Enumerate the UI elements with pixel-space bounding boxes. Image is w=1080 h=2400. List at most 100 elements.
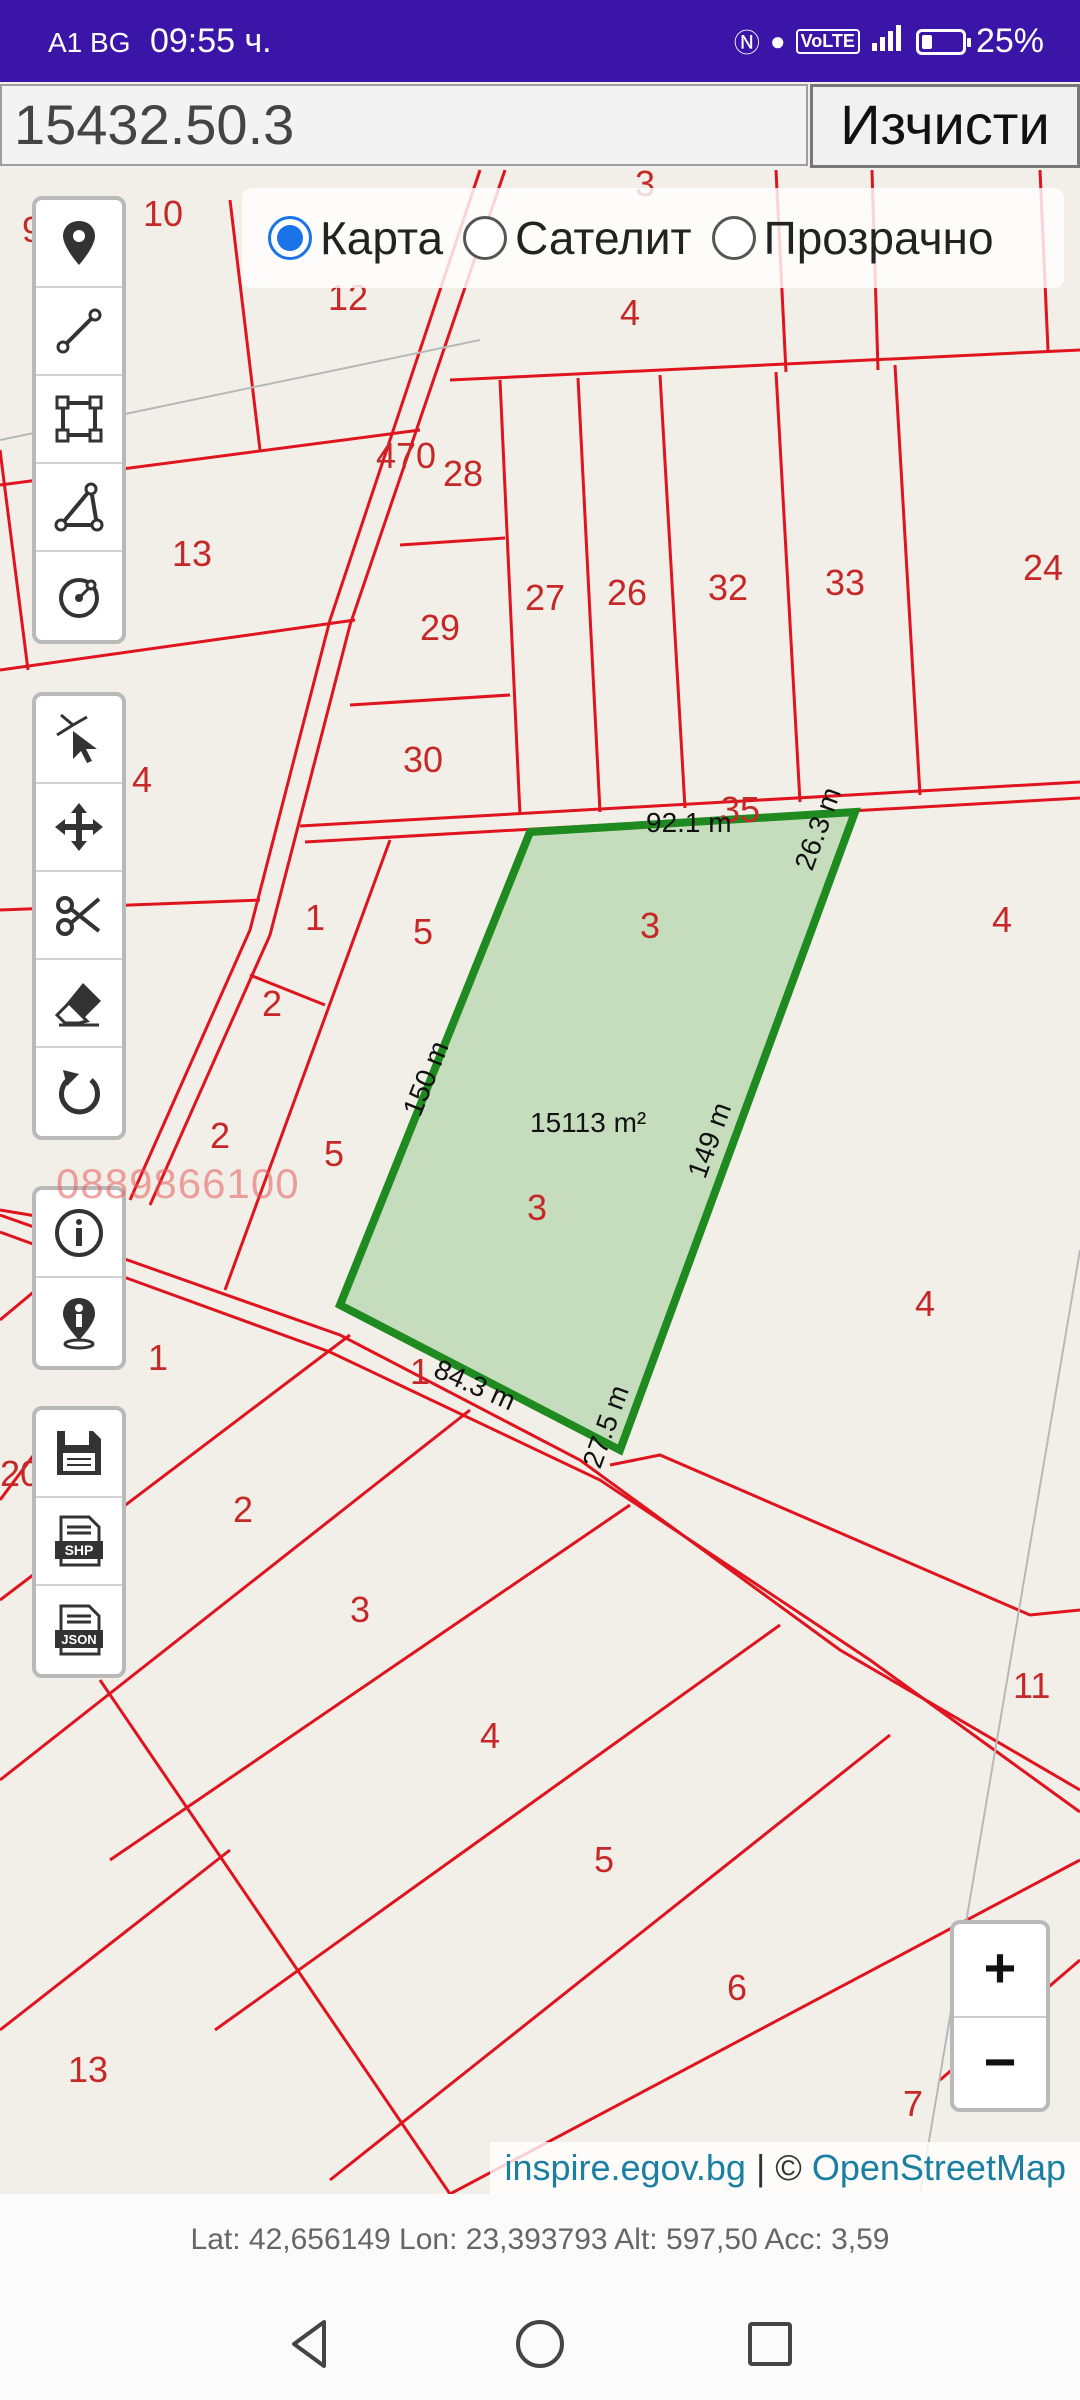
undo-icon xyxy=(59,1070,100,1115)
json-label: JSON xyxy=(61,1632,96,1647)
svg-text:26: 26 xyxy=(607,572,647,613)
attribution-separator: | © xyxy=(745,2147,812,2188)
volte-badge: VoLTE xyxy=(795,29,860,54)
system-nav-bar xyxy=(0,2286,1080,2400)
map-view[interactable]: 9 10 3 12 4 470 28 13 27 26 32 33 24 29 … xyxy=(0,82,1080,2194)
edit-toolbar xyxy=(32,692,126,1140)
svg-text:32: 32 xyxy=(708,567,748,608)
person-location-button[interactable] xyxy=(36,1278,122,1366)
battery-icon xyxy=(915,28,971,55)
svg-text:3: 3 xyxy=(350,1589,370,1630)
layer-option-label: Прозрачно xyxy=(763,212,994,264)
select-pointer-icon xyxy=(56,713,97,763)
svg-text:1: 1 xyxy=(305,897,325,938)
home-icon[interactable] xyxy=(510,2314,570,2374)
person-location-icon xyxy=(63,1298,95,1350)
json-export-icon: JSON xyxy=(55,1604,103,1656)
radio-icon[interactable] xyxy=(711,216,756,260)
layer-option-label: Сателит xyxy=(515,212,692,264)
export-toolbar: SHP JSON xyxy=(32,1406,126,1678)
attribution-link-osm[interactable]: OpenStreetMap xyxy=(812,2147,1066,2188)
svg-text:7: 7 xyxy=(903,2083,923,2124)
layer-option-label: Карта xyxy=(320,212,444,264)
parcel-area-label: 15113 m² xyxy=(530,1107,646,1138)
location-icon: ● xyxy=(769,26,786,56)
back-icon[interactable] xyxy=(280,2314,340,2374)
radio-icon[interactable] xyxy=(463,216,508,260)
carrier-name: A1 BG xyxy=(48,27,131,58)
polygon-icon xyxy=(54,482,104,532)
gps-readout: Lat: 42,656149 Lon: 23,393793 Alt: 597,5… xyxy=(0,2194,1080,2286)
svg-text:4: 4 xyxy=(915,1283,935,1324)
svg-text:6: 6 xyxy=(727,1967,747,2008)
svg-text:3: 3 xyxy=(640,905,660,946)
svg-text:2: 2 xyxy=(262,983,282,1024)
svg-text:10: 10 xyxy=(143,193,183,234)
svg-text:5: 5 xyxy=(324,1133,344,1174)
json-export-button[interactable]: JSON xyxy=(36,1586,122,1674)
rectangle-icon xyxy=(55,395,103,443)
eraser-icon xyxy=(54,983,101,1027)
layer-option-transparent[interactable]: Прозрачно xyxy=(711,211,994,265)
eraser-tool-button[interactable] xyxy=(36,960,122,1048)
circle-icon xyxy=(59,578,99,618)
svg-text:4: 4 xyxy=(620,292,640,333)
undo-tool-button[interactable] xyxy=(36,1048,122,1136)
svg-text:470: 470 xyxy=(376,435,436,476)
svg-text:27: 27 xyxy=(525,577,565,618)
point-marker-icon xyxy=(63,221,95,265)
move-icon xyxy=(55,803,103,851)
shp-label: SHP xyxy=(65,1542,94,1558)
zoom-out-button[interactable]: − xyxy=(954,2018,1046,2110)
svg-text:2: 2 xyxy=(210,1115,230,1156)
svg-text:4: 4 xyxy=(480,1715,500,1756)
select-tool-button[interactable] xyxy=(36,696,122,784)
search-input[interactable]: 15432.50.3 xyxy=(0,84,808,166)
svg-text:29: 29 xyxy=(420,607,460,648)
cadastral-map[interactable]: 9 10 3 12 4 470 28 13 27 26 32 33 24 29 … xyxy=(0,82,1080,2194)
zoom-control: + − xyxy=(950,1920,1050,2112)
svg-text:28: 28 xyxy=(443,453,483,494)
battery-percent: 25% xyxy=(975,22,1044,60)
svg-text:2: 2 xyxy=(233,1489,253,1530)
layer-option-satellite[interactable]: Сателит xyxy=(463,211,692,265)
clear-button[interactable]: Изчисти xyxy=(810,84,1080,168)
attribution-link-inspire[interactable]: inspire.egov.bg xyxy=(504,2147,746,2188)
info-icon xyxy=(55,1209,103,1257)
svg-text:13: 13 xyxy=(172,533,212,574)
recents-icon[interactable] xyxy=(740,2314,800,2374)
save-icon xyxy=(57,1431,101,1475)
edge-length: 92.1 m xyxy=(646,807,732,838)
cut-tool-button[interactable] xyxy=(36,872,122,960)
layer-switch: Карта Сателит Прозрачно xyxy=(242,188,1064,288)
circle-tool-button[interactable] xyxy=(36,552,122,640)
shp-export-icon: SHP xyxy=(55,1515,103,1567)
polygon-tool-button[interactable] xyxy=(36,464,122,552)
svg-text:1: 1 xyxy=(410,1351,430,1392)
radio-selected-icon[interactable] xyxy=(268,216,312,260)
point-marker-button[interactable] xyxy=(36,200,122,288)
svg-text:33: 33 xyxy=(825,562,865,603)
line-tool-button[interactable] xyxy=(36,288,122,376)
svg-text:4: 4 xyxy=(992,899,1012,940)
move-tool-button[interactable] xyxy=(36,784,122,872)
svg-text:3: 3 xyxy=(527,1187,547,1228)
shp-export-button[interactable]: SHP xyxy=(36,1498,122,1586)
rectangle-tool-button[interactable] xyxy=(36,376,122,464)
svg-text:5: 5 xyxy=(594,1839,614,1880)
layer-option-map[interactable]: Карта xyxy=(268,211,443,265)
cut-icon xyxy=(56,896,101,936)
signal-icon xyxy=(870,23,906,60)
line-icon xyxy=(56,308,102,354)
zoom-in-button[interactable]: + xyxy=(954,1924,1046,2018)
svg-text:1: 1 xyxy=(148,1337,168,1378)
svg-text:30: 30 xyxy=(403,739,443,780)
status-bar: A1 BG 09:55 ч. Ⓝ ● VoLTE 25% xyxy=(0,0,1080,82)
save-button[interactable] xyxy=(36,1410,122,1498)
phone-watermark: 0889866100 xyxy=(56,1160,300,1207)
svg-text:11: 11 xyxy=(1013,1665,1050,1706)
svg-text:24: 24 xyxy=(1023,547,1063,588)
svg-text:5: 5 xyxy=(413,911,433,952)
map-attribution: inspire.egov.bg | © OpenStreetMap xyxy=(490,2142,1080,2194)
svg-text:4: 4 xyxy=(132,759,152,800)
